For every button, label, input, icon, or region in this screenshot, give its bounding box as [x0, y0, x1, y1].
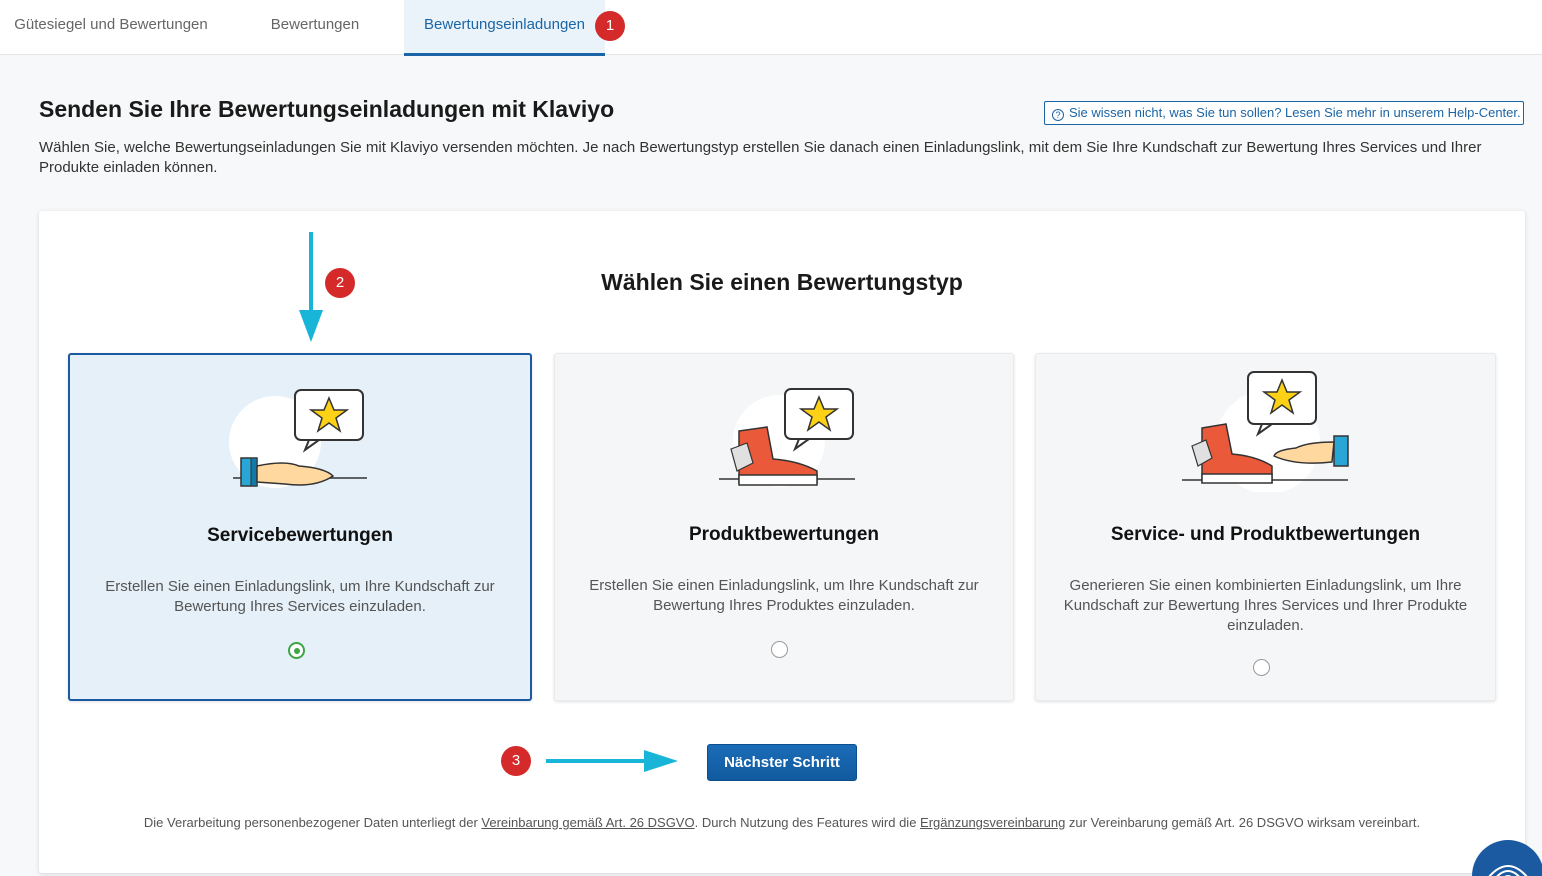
tab-bar: Gütesiegel und Bewertungen Bewertungen B… [0, 0, 1542, 56]
question-icon: ? [1052, 109, 1064, 121]
footnote-text-2: . Durch Nutzung des Features wird die [694, 815, 921, 830]
page-title: Senden Sie Ihre Bewertungseinladungen mi… [39, 96, 615, 122]
card-description: Generieren Sie einen kombinierten Einlad… [1063, 577, 1468, 634]
card-product-reviews[interactable]: Produktbewertungen Erstellen Sie einen E… [554, 353, 1014, 701]
supplementary-agreement-link[interactable]: Ergänzungsvereinbarung [920, 815, 1065, 830]
privacy-footnote: Die Verarbeitung personenbezogener Daten… [39, 815, 1525, 830]
annotation-badge-3: 3 [501, 746, 531, 776]
radio-service-reviews[interactable] [288, 642, 305, 659]
review-type-panel: Wählen Sie einen Bewertungstyp Servicebe… [39, 211, 1525, 873]
help-center-link-label: Sie wissen nicht, was Sie tun sollen? Le… [1069, 105, 1521, 120]
card-service-product-reviews[interactable]: Service- und Produktbewertungen Generier… [1035, 353, 1496, 701]
help-center-link[interactable]: ? Sie wissen nicht, was Sie tun sollen? L… [1044, 101, 1524, 125]
service-illustration [70, 380, 530, 500]
card-title: Service- und Produktbewertungen [1110, 524, 1421, 545]
fingerprint-icon [1488, 865, 1528, 876]
tab-bewertungseinladungen[interactable]: Bewertungseinladungen [404, 0, 605, 56]
card-description: Erstellen Sie einen Einladungslink, um I… [589, 577, 979, 614]
card-service-reviews[interactable]: Servicebewertungen Erstellen Sie einen E… [68, 353, 532, 701]
radio-service-product-reviews[interactable] [1253, 659, 1270, 676]
card-title: Produktbewertungen [688, 524, 879, 545]
annotation-badge-1: 1 [595, 11, 625, 41]
section-title: Wählen Sie einen Bewertungstyp [601, 269, 963, 295]
annotation-arrow-right [546, 750, 678, 772]
service-product-illustration [1036, 362, 1495, 492]
footnote-text-3: zur Vereinbarung gemäß Art. 26 DSGVO wir… [1065, 815, 1421, 830]
dsgvo-agreement-link[interactable]: Vereinbarung gemäß Art. 26 DSGVO [481, 815, 694, 830]
annotation-badge-2: 2 [325, 268, 355, 298]
footnote-text-1: Die Verarbeitung personenbezogener Daten… [143, 815, 482, 830]
tab-bewertungen[interactable]: Bewertungen [244, 0, 386, 55]
card-title: Servicebewertungen [207, 525, 393, 546]
card-description: Erstellen Sie einen Einladungslink, um I… [105, 578, 495, 615]
product-illustration [555, 379, 1013, 499]
page-description: Wählen Sie, welche Bewertungseinladungen… [39, 139, 1482, 176]
next-step-button[interactable]: Nächster Schritt [707, 744, 857, 781]
tab-guetesiegel[interactable]: Gütesiegel und Bewertungen [0, 0, 222, 55]
radio-product-reviews[interactable] [771, 641, 788, 658]
